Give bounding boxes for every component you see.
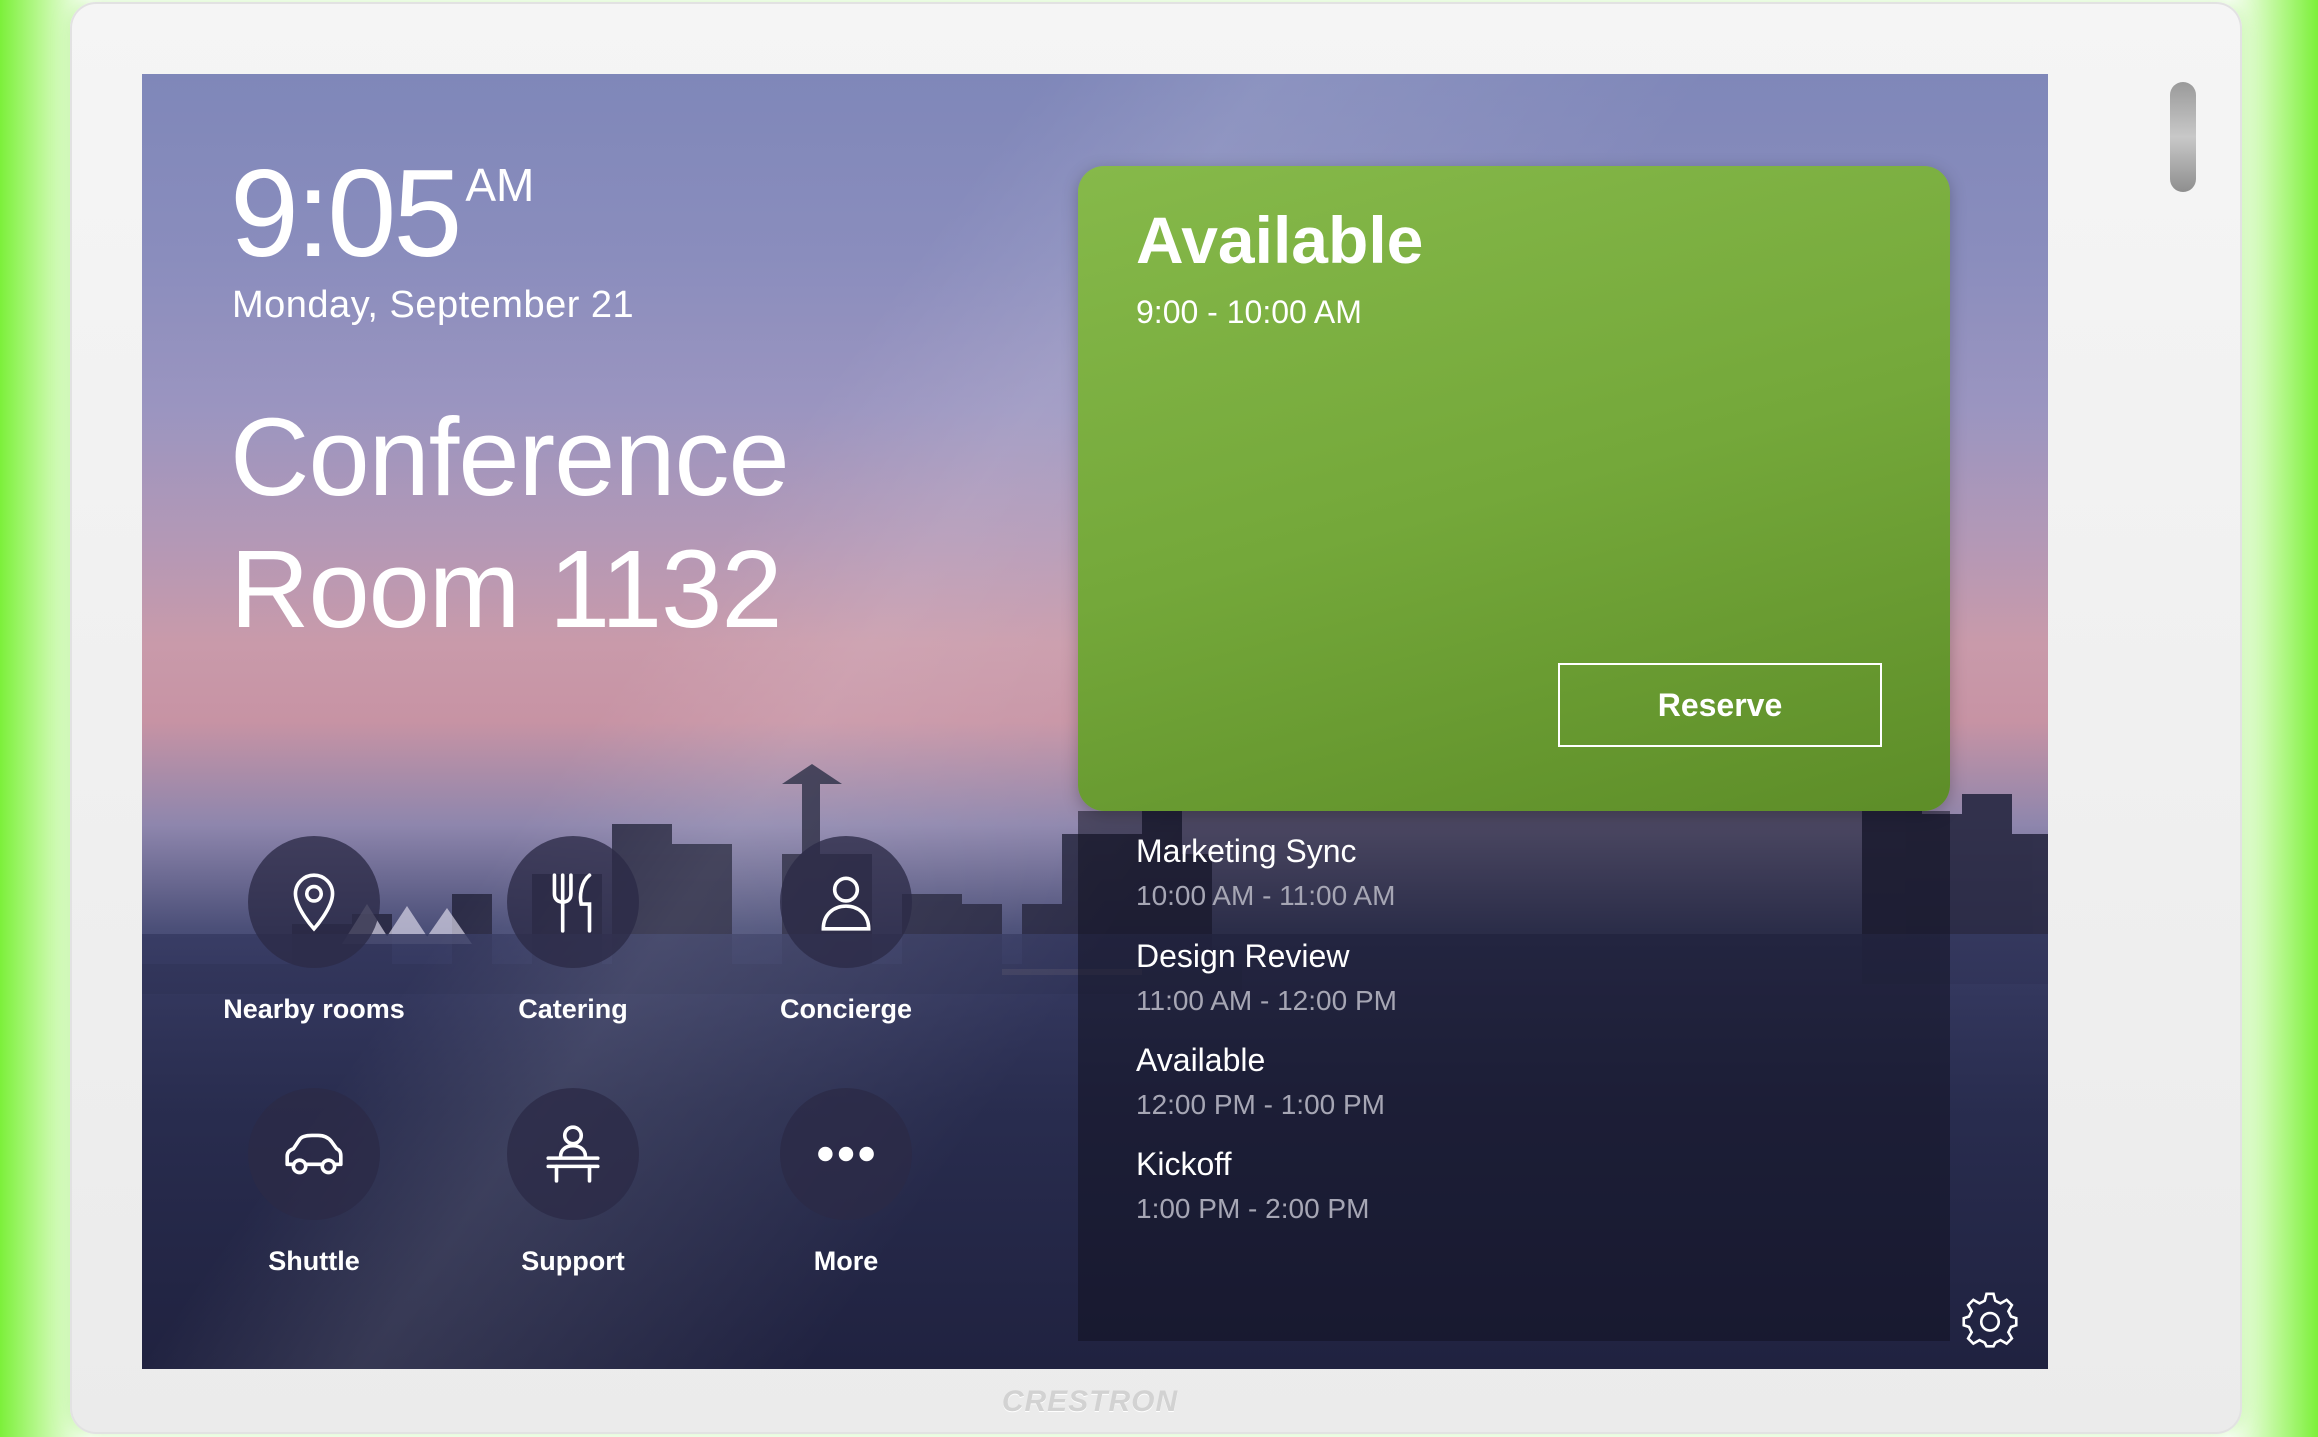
person-icon [821, 876, 871, 931]
tile-label: Shuttle [268, 1246, 360, 1276]
tile-more[interactable]: More [726, 1088, 966, 1277]
tile-circle [507, 836, 639, 968]
tile-circle [248, 836, 380, 968]
event-time: 10:00 AM - 11:00 AM [1136, 880, 1396, 911]
room-status-card: Available 9:00 - 10:00 AM Reserve [1078, 166, 1950, 811]
event-title: Marketing Sync [1136, 833, 1357, 869]
schedule-list: Marketing Sync 10:00 AM - 11:00 AM Desig… [1078, 811, 1950, 1341]
more-dots-icon [818, 1146, 874, 1162]
tile-label: Concierge [779, 994, 913, 1024]
support-desk-icon [546, 1125, 600, 1183]
settings-button[interactable] [1962, 1292, 2018, 1348]
schedule-item[interactable]: Marketing Sync 10:00 AM - 11:00 AM [1136, 833, 1395, 912]
clock-date: Monday, September 21 [232, 284, 635, 326]
schedule-item[interactable]: Design Review 11:00 AM - 12:00 PM [1136, 938, 1397, 1017]
tile-circle [780, 836, 912, 968]
clock: 9:05 AM [230, 152, 534, 276]
gear-icon [1962, 1292, 2018, 1348]
brand-logo: CRESTRON [1001, 1385, 1179, 1418]
event-title: Available [1136, 1042, 1266, 1078]
fork-knife-icon [552, 873, 592, 933]
schedule-item[interactable]: Available 12:00 PM - 1:00 PM [1136, 1042, 1385, 1121]
clock-time: 9:05 [230, 145, 462, 283]
schedule-item[interactable]: Kickoff 1:00 PM - 2:00 PM [1136, 1146, 1369, 1225]
event-time: 1:00 PM - 2:00 PM [1136, 1193, 1370, 1224]
tile-label: Nearby rooms [223, 994, 405, 1024]
event-title: Kickoff [1136, 1146, 1232, 1182]
touch-screen: 9:05 AM Monday, September 21 Conference R… [142, 74, 2048, 1369]
reserve-button[interactable]: Reserve [1558, 663, 1882, 747]
tile-concierge[interactable]: Concierge [726, 836, 966, 1025]
tile-catering[interactable]: Catering [453, 836, 693, 1025]
tile-circle [780, 1088, 912, 1220]
status-title: Available [1136, 203, 1424, 277]
status-time: 9:00 - 10:00 AM [1136, 294, 1362, 330]
tile-support[interactable]: Support [453, 1088, 693, 1277]
room-name-line2: Room 1132 [230, 528, 783, 651]
tile-label: Support [521, 1246, 625, 1276]
tile-label: More [813, 1246, 879, 1276]
event-title: Design Review [1136, 938, 1350, 974]
room-name: Conference Room 1132 [230, 392, 930, 656]
event-time: 12:00 PM - 1:00 PM [1136, 1089, 1386, 1120]
room-name-line1: Conference [230, 396, 790, 519]
clock-ampm: AM [465, 159, 535, 211]
event-time: 11:00 AM - 12:00 PM [1136, 985, 1397, 1016]
tile-nearby-rooms[interactable]: Nearby rooms [194, 836, 434, 1025]
tile-circle [248, 1088, 380, 1220]
car-icon [285, 1133, 343, 1175]
tile-shuttle[interactable]: Shuttle [194, 1088, 434, 1277]
location-pin-icon [293, 873, 335, 932]
tile-label: Catering [518, 994, 628, 1024]
proximity-sensor [2170, 82, 2196, 192]
tile-circle [507, 1088, 639, 1220]
